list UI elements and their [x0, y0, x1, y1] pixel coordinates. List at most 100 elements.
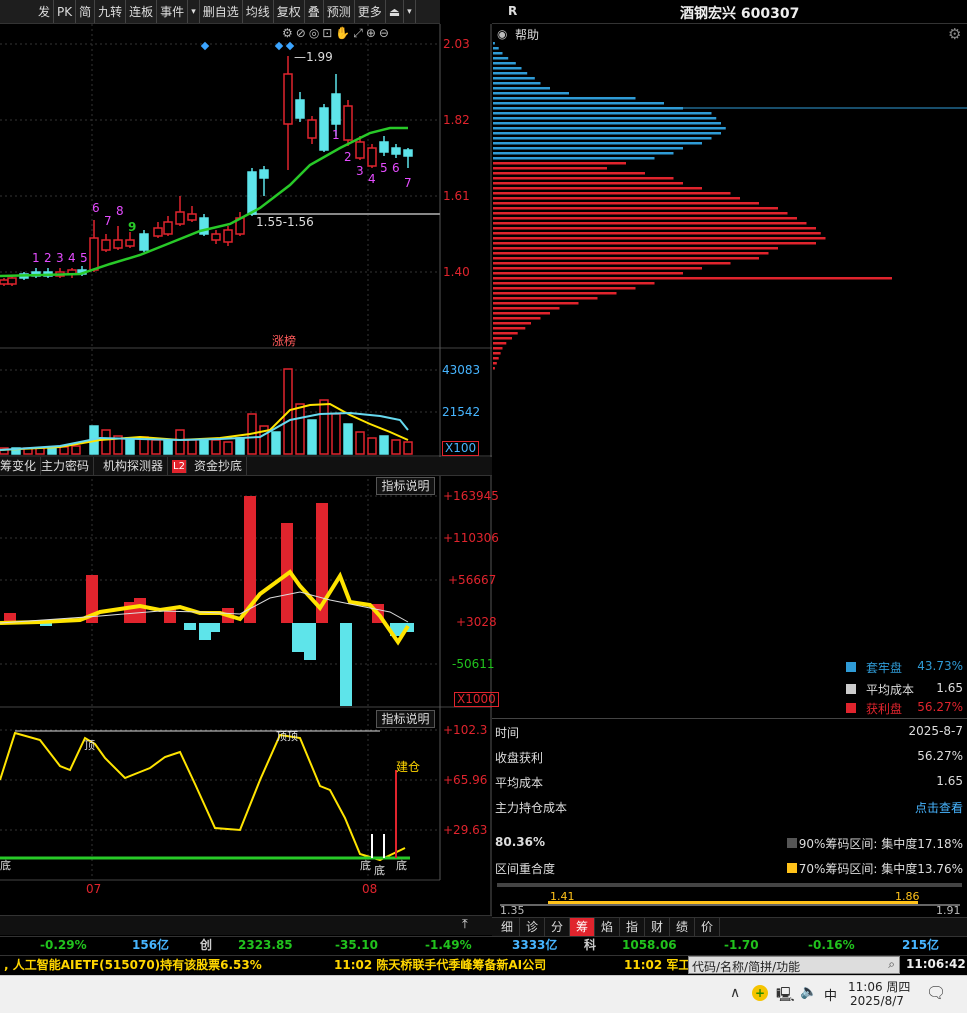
tab-cai[interactable]: 财	[645, 918, 670, 936]
network-icon[interactable]: 🖳	[776, 984, 795, 1008]
legend-swatch-avg	[846, 684, 856, 694]
tab-jia[interactable]: 价	[695, 918, 720, 936]
candle-body	[295, 99, 305, 119]
windows-taskbar: ∧ + 🖳 🔈 中 11:06 周四 2025/8/7 🗨	[0, 975, 967, 1013]
x-axis-label: 07	[86, 882, 102, 896]
volume-bar	[199, 439, 209, 455]
tab-zhi[interactable]: 指	[620, 918, 645, 936]
toolbar-junxian-button[interactable]: 均线	[243, 0, 274, 23]
ke-label: 科	[584, 938, 597, 952]
main-cost-link[interactable]: 点击查看	[915, 799, 963, 816]
volume-bar	[235, 437, 245, 455]
volume-icon[interactable]: 🔈	[800, 984, 817, 1000]
candle-body	[125, 239, 135, 247]
tab-zhuli-mima[interactable]: 主力密码	[37, 457, 95, 476]
volume-bar	[71, 445, 81, 455]
toolbar-pk-button[interactable]: PK	[54, 0, 77, 23]
chip-bar	[493, 217, 797, 220]
chip-bar	[493, 287, 636, 290]
candle-body	[101, 239, 111, 251]
tab-jigou-tanceqi[interactable]: 机构探测器	[99, 457, 169, 476]
nine-count: 1	[332, 128, 340, 142]
macd-label: +110306	[443, 531, 499, 545]
tray-app-icon[interactable]: +	[752, 985, 768, 1001]
chip-bar	[493, 357, 499, 360]
tab-ji[interactable]: 绩	[670, 918, 695, 936]
chart-toolbar: 发 PK 简 九转 连板 事件 ▾ 删自选 均线 复权 叠 预测 更多 ⏏︎ ▾	[0, 0, 440, 24]
price-label: 2.03	[443, 37, 470, 51]
macd-explain-button[interactable]: 指标说明	[376, 477, 435, 495]
top-tag: 顶	[84, 739, 95, 752]
chip-bar	[493, 317, 541, 320]
chip-bar	[493, 197, 740, 200]
notification-icon[interactable]: 🗨	[926, 983, 946, 1002]
chip-bar	[493, 42, 495, 45]
volume-label: 21542	[442, 405, 481, 419]
news-item[interactable]: 11:02 陈天桥联手代季峰筹备新AI公司	[334, 955, 546, 975]
time-value: 2025-8-7	[908, 724, 963, 738]
bottom-tag: 底	[0, 859, 11, 872]
candle-body	[223, 229, 233, 243]
toolbar-fa-button[interactable]: 发	[0, 0, 55, 23]
tab-fen[interactable]: 分	[545, 918, 570, 936]
ime-indicator[interactable]: 中	[824, 985, 837, 1004]
toolbar-yuce-button[interactable]: 预测	[324, 0, 355, 23]
nine-count: 1	[32, 251, 40, 265]
candle-body	[379, 141, 389, 153]
tab-zhen[interactable]: 诊	[520, 918, 545, 936]
help-icon[interactable]: ◉	[497, 27, 507, 41]
tab-yan[interactable]: 焰	[595, 918, 620, 936]
toolbar-jian-button[interactable]: 简	[76, 0, 96, 23]
candle-body	[331, 93, 341, 125]
chuang-turnover: 3333亿	[512, 938, 558, 952]
volume-bar	[319, 399, 329, 455]
tab-chou-bianhua[interactable]: 筹变化	[0, 457, 42, 476]
bottom-tag: 底	[374, 864, 385, 877]
tray-expand-icon[interactable]: ∧	[730, 985, 740, 1001]
chip-bar	[493, 272, 683, 275]
search-icon[interactable]: ⌕	[888, 957, 895, 972]
jiancang-label: 建仓	[396, 760, 421, 774]
taskbar-time[interactable]: 11:06 周四	[848, 978, 910, 995]
news-item[interactable]: 11:02 军工	[624, 955, 690, 975]
chip-bar	[493, 182, 683, 185]
toolbar-dropdown-icon[interactable]: ▾	[188, 0, 200, 23]
toolbar-more-arrow-icon[interactable]: ▾	[404, 0, 416, 23]
chip-bar	[493, 362, 497, 365]
price-label: 1.61	[443, 189, 470, 203]
tab-zijin-chaodi[interactable]: 资金抄底	[190, 457, 248, 476]
chip-bar	[493, 297, 598, 300]
volume-bar	[59, 446, 69, 455]
search-box[interactable]: 代码/名称/简拼/功能 ⌕	[688, 956, 900, 974]
stock-app-window: { "toolbar": { "items": ["发","PK","简","九…	[0, 0, 967, 1013]
taskbar-date[interactable]: 2025/8/7	[850, 994, 904, 1008]
volume-bar	[307, 419, 317, 455]
chip-bar	[493, 332, 518, 335]
toolbar-shijian-button[interactable]: 事件	[157, 0, 189, 23]
tab-chou[interactable]: 筹	[570, 918, 595, 936]
clock: 11:06:42	[906, 957, 966, 971]
chart-tool-icons[interactable]: ⚙⊘◎⊡✋⤢⊕⊖	[282, 26, 392, 41]
toolbar-export-icon[interactable]: ⏏︎	[386, 0, 405, 23]
kdj-explain-button[interactable]: 指标说明	[376, 710, 435, 728]
toolbar-shanzixuan-button[interactable]: 删自选	[200, 0, 243, 23]
candle-body	[89, 237, 99, 271]
chip-bar	[493, 122, 721, 125]
toolbar-die-button[interactable]: 叠	[305, 0, 324, 23]
chip-bar	[493, 127, 726, 130]
chip-bar	[493, 47, 499, 50]
volume-unit-label: X100	[442, 441, 480, 456]
macd-label: +163945	[443, 489, 499, 503]
range-track	[497, 883, 962, 887]
tab-xi[interactable]: 细	[495, 918, 520, 936]
chip-bar	[493, 252, 769, 255]
volume-bar	[391, 439, 401, 455]
news-item[interactable]: , 人工智能AIETF(515070)持有该股票6.53%	[4, 955, 262, 975]
toolbar-gengduo-button[interactable]: 更多	[355, 0, 386, 23]
toolbar-jiuzhuan-button[interactable]: 九转	[95, 0, 127, 23]
bottom-tag: 底	[360, 859, 371, 872]
toolbar-lianban-button[interactable]: 连板	[126, 0, 158, 23]
scroll-top-icon[interactable]: ⤒	[462, 917, 468, 932]
toolbar-fuquan-button[interactable]: 复权	[274, 0, 305, 23]
signal-diamond	[200, 41, 210, 51]
